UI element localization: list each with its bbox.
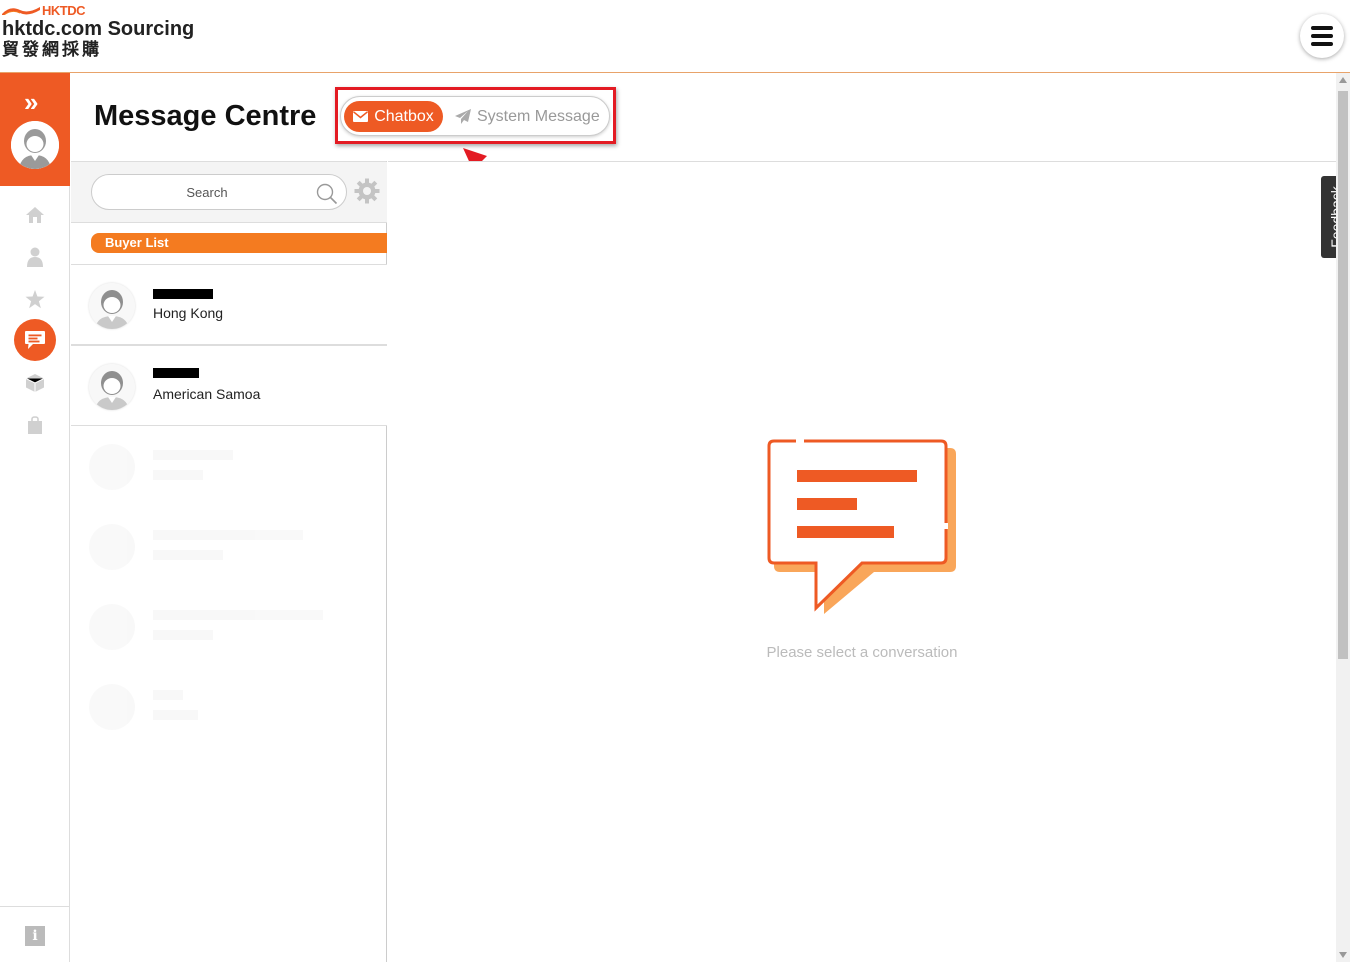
box-icon[interactable] [24, 372, 46, 394]
buyer-country: American Samoa [153, 386, 261, 402]
shopping-bag-icon[interactable] [24, 414, 46, 436]
gear-icon[interactable] [354, 178, 380, 204]
double-chevron-right-icon[interactable]: » [24, 89, 38, 115]
redacted-buyer-name [153, 368, 199, 378]
hktdc-wave-icon [2, 7, 40, 15]
buyer-row[interactable]: American Samoa [71, 345, 387, 426]
user-icon[interactable] [24, 246, 46, 268]
star-icon[interactable] [24, 288, 46, 310]
left-sidebar: » i [0, 73, 70, 962]
sidebar-profile-panel: » [0, 73, 70, 186]
faded-list-item [71, 428, 387, 508]
info-icon[interactable]: i [25, 926, 45, 946]
avatar [89, 283, 135, 329]
chat-area: Please select a conversation [388, 161, 1336, 962]
buyer-list-header: Buyer List [91, 233, 387, 253]
faded-list-item [71, 508, 387, 588]
search-icon[interactable] [316, 183, 338, 205]
top-header: HKTDC hktdc.com Sourcing 貿發網採購 [0, 0, 1350, 73]
buyer-country: Hong Kong [153, 305, 224, 321]
message-nav-button[interactable] [14, 319, 56, 361]
page-title: Message Centre [94, 100, 317, 132]
brand-title: hktdc.com Sourcing [2, 18, 195, 40]
brand-logo[interactable]: HKTDC hktdc.com Sourcing 貿發網採購 [2, 3, 194, 60]
message-icon [25, 331, 45, 349]
faded-list-item [71, 588, 387, 668]
search-bar-row [71, 162, 387, 223]
redacted-buyer-name [153, 289, 213, 299]
home-icon[interactable] [24, 204, 46, 226]
tabs-highlight-box [335, 87, 616, 144]
main-menu-button[interactable] [1300, 14, 1344, 58]
empty-state-text: Please select a conversation [766, 644, 958, 661]
page-scrollbar[interactable] [1336, 73, 1350, 962]
brand-small-text: HKTDC [42, 2, 86, 18]
faded-list-item [71, 668, 387, 748]
conversation-list-panel: Buyer List Hong Kong American Sam [71, 161, 387, 962]
scroll-down-arrow-icon[interactable] [1339, 952, 1347, 958]
brand-title-chinese: 貿發網採購 [2, 40, 102, 59]
user-avatar[interactable] [11, 121, 59, 169]
empty-chat-icon [767, 438, 956, 614]
avatar [89, 364, 135, 410]
scroll-thumb[interactable] [1338, 91, 1348, 659]
search-input[interactable] [102, 181, 312, 203]
buyer-row[interactable]: Hong Kong [71, 264, 387, 345]
avatar-person-icon [11, 121, 59, 169]
sidebar-divider [0, 906, 70, 907]
search-box [91, 174, 347, 210]
hamburger-menu-icon [1311, 24, 1333, 48]
scroll-up-arrow-icon[interactable] [1339, 77, 1347, 83]
